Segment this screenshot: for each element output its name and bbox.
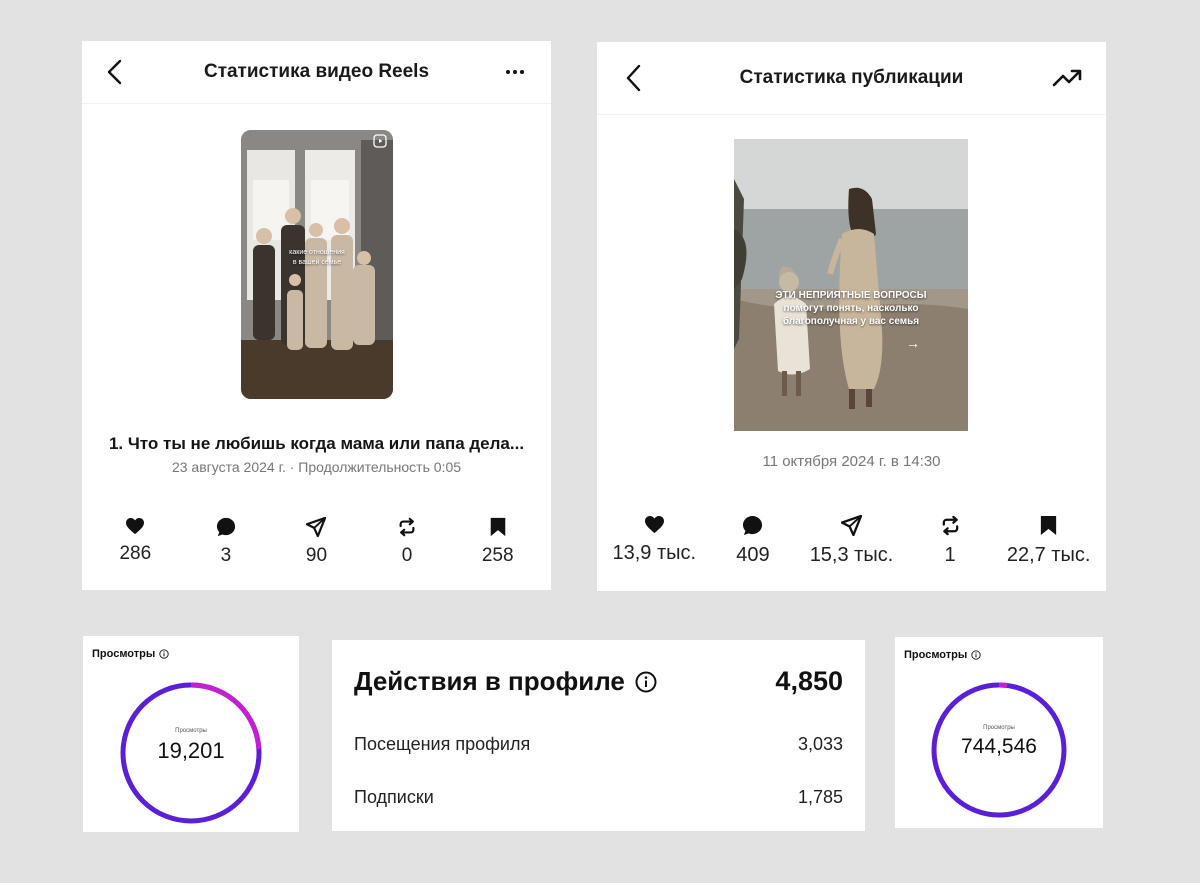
reels-thumbnail[interactable]: какие отношения в вашей семье — [241, 130, 393, 399]
repost-icon — [942, 515, 958, 536]
donut-value: 19,201 — [157, 738, 225, 763]
profile-actions-card: Действия в профиле 4,850 Посещения профи… — [332, 640, 865, 831]
post-stats-card: Статистика публикации ЭТИ НЕПРИЯТНЫЕ ВОП… — [597, 42, 1106, 591]
donut-value: 744,546 — [961, 735, 1037, 758]
stat-value: 13,9 тыс. — [612, 542, 697, 564]
stat-shares: 90 — [271, 517, 362, 567]
page-title: Статистика видео Reels — [203, 61, 430, 82]
reels-stats-row: 286 3 90 0 258 — [82, 517, 551, 567]
profile-actions-title: Действия в профиле — [354, 666, 625, 696]
stat-value: 0 — [401, 545, 413, 566]
stat-value: 258 — [481, 545, 514, 566]
share-icon — [840, 515, 862, 536]
stat-value: 409 — [736, 544, 770, 566]
row-value: 3,033 — [797, 734, 843, 754]
beach-photo — [734, 139, 968, 431]
chevron-left-icon — [107, 59, 122, 85]
donut-label: Просмотры — [175, 728, 207, 734]
stat-saves: 22,7 тыс. — [999, 515, 1098, 567]
views-card-right: Просмотры Просмотры 744,546 — [895, 637, 1103, 828]
stat-saves: 258 — [452, 517, 543, 567]
back-button[interactable] — [625, 42, 643, 114]
info-icon[interactable] — [159, 649, 169, 659]
chevron-left-icon — [626, 64, 641, 92]
stat-comments: 409 — [704, 515, 803, 567]
profile-actions-total: 4,850 — [775, 666, 843, 696]
stat-value: 15,3 тыс. — [809, 544, 894, 566]
info-icon[interactable] — [971, 650, 981, 660]
stat-reposts: 1 — [901, 515, 1000, 567]
stat-comments: 3 — [181, 517, 272, 567]
share-icon — [306, 517, 327, 537]
donut-center: Просмотры 744,546 — [930, 725, 1068, 759]
post-meta: 23 августа 2024 г. · Продолжительность 0… — [171, 459, 462, 475]
donut-center: Просмотры 19,201 — [119, 728, 263, 764]
stat-value: 286 — [119, 543, 152, 564]
stat-shares: 15,3 тыс. — [802, 515, 901, 567]
views-title: Просмотры — [904, 649, 981, 661]
reels-thumb-caption: какие отношения в вашей семье — [289, 249, 345, 266]
more-dots-icon — [506, 70, 524, 74]
bookmark-icon — [1041, 515, 1057, 536]
reels-stats-card: Статистика видео Reels какие отношения в… — [82, 41, 551, 590]
info-icon[interactable] — [635, 671, 657, 693]
post-header: Статистика публикации — [597, 42, 1106, 115]
stat-value: 22,7 тыс. — [1006, 544, 1091, 566]
insights-trend-button[interactable] — [1052, 42, 1082, 114]
stat-reposts: 0 — [362, 517, 453, 567]
post-title: 1. Что ты не любишь когда мама или папа … — [108, 434, 525, 453]
back-button[interactable] — [106, 41, 124, 103]
profile-actions-header: Действия в профиле 4,850 — [354, 666, 843, 697]
post-meta: 11 октября 2024 г. в 14:30 — [762, 453, 941, 470]
comment-icon — [216, 517, 235, 537]
profile-visits-row: Посещения профиля 3,033 — [354, 734, 843, 755]
reels-header: Статистика видео Reels — [82, 41, 551, 104]
profile-actions-title-group: Действия в профиле — [354, 666, 657, 697]
stat-likes: 286 — [90, 517, 181, 567]
heart-icon — [126, 517, 145, 535]
donut-label: Просмотры — [983, 725, 1015, 731]
row-label: Посещения профиля — [354, 734, 531, 754]
stat-value: 90 — [305, 545, 328, 566]
views-card-left: Просмотры Просмотры 19,201 — [83, 636, 299, 832]
post-thumb-caption: ЭТИ НЕПРИЯТНЫЕ ВОПРОСЫ помогут понять, н… — [775, 290, 927, 327]
row-label: Подписки — [354, 787, 434, 807]
page-title: Статистика публикации — [739, 67, 964, 88]
views-donut-left: Просмотры 19,201 — [119, 681, 263, 825]
views-title: Просмотры — [92, 648, 169, 660]
row-value: 1,785 — [797, 787, 843, 807]
stat-value: 3 — [220, 545, 232, 566]
views-title-text: Просмотры — [904, 649, 968, 661]
post-thumbnail[interactable]: ЭТИ НЕПРИЯТНЫЕ ВОПРОСЫ помогут понять, н… — [734, 139, 968, 431]
heart-icon — [644, 516, 664, 534]
follows-row: Подписки 1,785 — [354, 787, 843, 808]
post-stats-row: 13,9 тыс. 409 15,3 тыс. 1 22,7 тыс. — [597, 515, 1106, 567]
views-title-text: Просмотры — [92, 648, 156, 660]
stat-value: 1 — [944, 544, 956, 566]
comment-icon — [743, 515, 763, 536]
stat-likes: 13,9 тыс. — [605, 515, 704, 567]
repost-icon — [399, 517, 415, 537]
more-button[interactable] — [505, 41, 525, 103]
bookmark-icon — [490, 517, 505, 537]
next-arrow: → — [906, 335, 920, 351]
trending-up-icon — [1052, 69, 1082, 87]
views-donut-right: Просмотры 744,546 — [930, 681, 1068, 819]
reels-icon — [373, 134, 387, 148]
